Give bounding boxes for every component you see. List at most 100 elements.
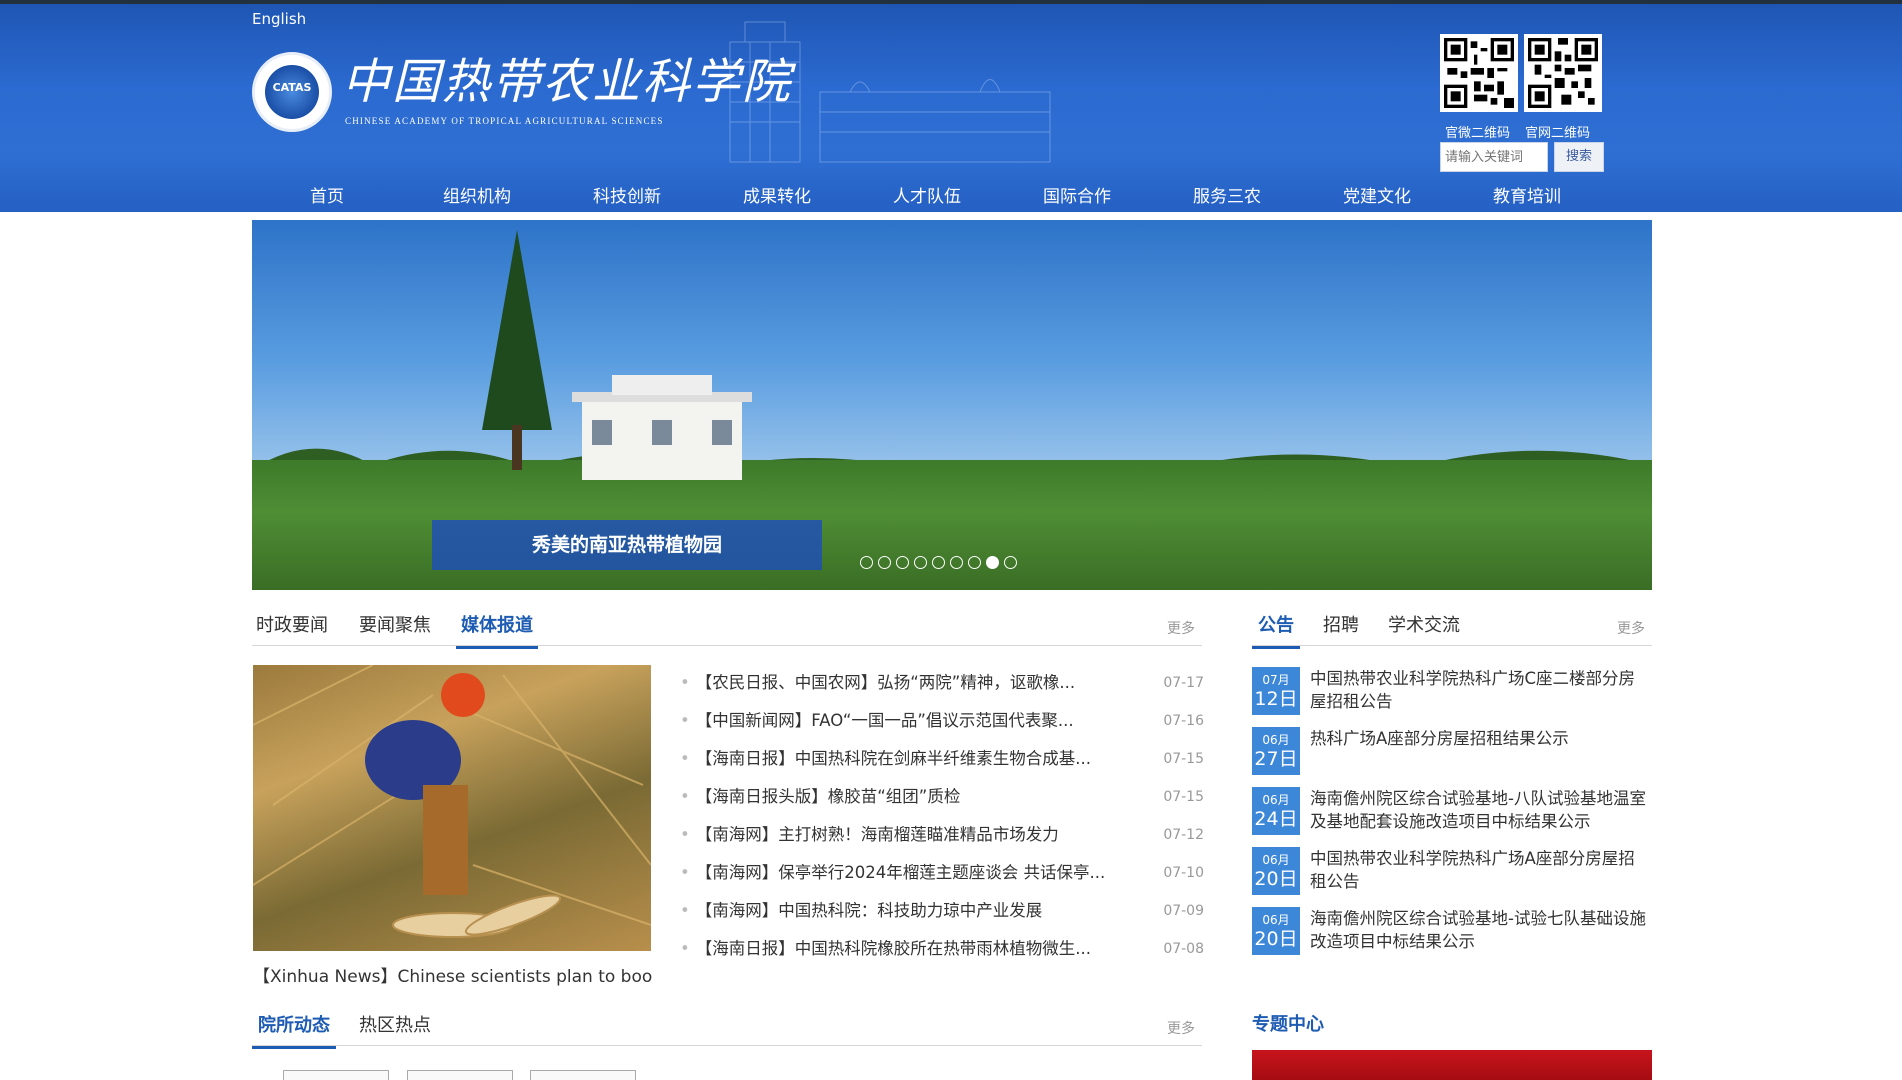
nav-agriculture-service[interactable]: 服务三农	[1152, 179, 1302, 212]
list-item[interactable]: • 【中国新闻网】FAO“一国一品”倡议示范国代表聚... 07-16	[680, 706, 1204, 744]
news-date: 07-16	[1163, 713, 1204, 729]
list-item[interactable]: • 【南海网】保亭举行2024年榴莲主题座谈会 共话保亭... 07-10	[680, 858, 1204, 896]
news-title[interactable]: 【南海网】中国热科院：科技助力琼中产业发展	[696, 901, 1043, 920]
website-qr-label: 官网二维码	[1525, 126, 1591, 141]
wechat-qr-code	[1440, 34, 1518, 112]
list-item[interactable]: • 【海南日报头版】橡胶苗“组团”质检 07-15	[680, 782, 1204, 820]
nav-talent[interactable]: 人才队伍	[852, 179, 1002, 212]
news-title[interactable]: 【海南日报头版】橡胶苗“组团”质检	[696, 787, 961, 806]
nav-international[interactable]: 国际合作	[1002, 179, 1152, 212]
wechat-qr-label: 官微二维码	[1445, 126, 1511, 141]
tab-focus-news[interactable]: 要闻聚焦	[359, 606, 431, 646]
thumbnail[interactable]	[283, 1070, 389, 1080]
news-title[interactable]: 【海南日报】中国热科院在剑麻半纤维素生物合成基...	[696, 749, 1091, 768]
date-badge: 06月 20日	[1252, 907, 1300, 955]
date-badge: 06月 27日	[1252, 727, 1300, 775]
news-date: 07-10	[1163, 865, 1204, 881]
carousel-dot[interactable]	[1004, 556, 1017, 569]
list-item[interactable]: 06月 20日 海南儋州院区综合试验基地-试验七队基础设施改造项目中标结果公示	[1252, 907, 1652, 967]
tab-recruitment[interactable]: 招聘	[1323, 606, 1359, 646]
list-item[interactable]: • 【农民日报、中国农网】弘扬“两院”精神，讴歌橡... 07-17	[680, 668, 1204, 706]
notice-title[interactable]: 热科广场A座部分房屋招租结果公示	[1310, 727, 1650, 750]
pine-tree-icon	[482, 230, 552, 470]
carousel-dot[interactable]	[932, 556, 945, 569]
list-item[interactable]: • 【南海网】中国热科院：科技助力琼中产业发展 07-09	[680, 896, 1204, 934]
carousel-dot[interactable]	[950, 556, 963, 569]
institute-tabs: 院所动态 热区热点 更多	[252, 1006, 1202, 1049]
date-month: 06月	[1262, 853, 1290, 867]
bullet-icon: •	[680, 901, 690, 920]
list-item[interactable]: 06月 24日 海南儋州院区综合试验基地-八队试验基地温室及基地配套设施改造项目中…	[1252, 787, 1652, 847]
list-item[interactable]: 06月 20日 中国热带农业科学院热科广场A座部分房屋招租公告	[1252, 847, 1652, 907]
logo-text: CATAS	[272, 81, 312, 94]
list-item[interactable]: • 【海南日报】中国热科院在剑麻半纤维素生物合成基... 07-15	[680, 744, 1204, 782]
carousel-dot[interactable]	[896, 556, 909, 569]
bullet-icon: •	[680, 787, 690, 806]
date-month: 06月	[1262, 913, 1290, 927]
tab-institute-news[interactable]: 院所动态	[252, 1006, 336, 1049]
date-badge: 06月 24日	[1252, 787, 1300, 835]
catas-logo[interactable]: CATAS	[252, 52, 332, 132]
news-feature-image[interactable]	[253, 665, 651, 951]
site-subtitle: CHINESE ACADEMY OF TROPICAL AGRICULTURAL…	[345, 116, 664, 126]
date-day: 20日	[1254, 868, 1298, 890]
notice-more-link[interactable]: 更多	[1617, 618, 1645, 638]
notice-title[interactable]: 中国热带农业科学院热科广场A座部分房屋招租公告	[1310, 847, 1650, 893]
news-title[interactable]: 【南海网】保亭举行2024年榴莲主题座谈会 共话保亭...	[696, 863, 1105, 882]
notice-title[interactable]: 中国热带农业科学院热科广场C座二楼部分房屋招租公告	[1310, 667, 1650, 713]
english-link[interactable]: English	[252, 10, 306, 28]
nav-organization[interactable]: 组织机构	[402, 179, 552, 212]
date-day: 20日	[1254, 928, 1298, 950]
hero-carousel[interactable]: 秀美的南亚热带植物园	[252, 220, 1652, 590]
thumbnail[interactable]	[530, 1070, 636, 1080]
news-date: 07-08	[1163, 941, 1204, 957]
nav-achievements[interactable]: 成果转化	[702, 179, 852, 212]
date-day: 27日	[1254, 748, 1298, 770]
nav-education[interactable]: 教育培训	[1452, 179, 1602, 212]
news-tabs: 时政要闻 要闻聚焦 媒体报道 更多	[252, 606, 1202, 649]
slide-caption: 秀美的南亚热带植物园	[432, 520, 822, 570]
thumbnail[interactable]	[407, 1070, 513, 1080]
tab-politics-news[interactable]: 时政要闻	[256, 606, 328, 646]
carousel-dot[interactable]	[968, 556, 981, 569]
topic-banner[interactable]	[1252, 1050, 1652, 1080]
tab-media-reports[interactable]: 媒体报道	[456, 606, 538, 649]
carousel-dot[interactable]	[986, 556, 999, 569]
news-title[interactable]: 【南海网】主打树熟！海南榴莲瞄准精品市场发力	[696, 825, 1059, 844]
institute-more-link[interactable]: 更多	[1167, 1018, 1195, 1038]
announcement-list: 07月 12日 中国热带农业科学院热科广场C座二楼部分房屋招租公告 06月 27日 …	[1252, 667, 1652, 967]
carousel-dot[interactable]	[860, 556, 873, 569]
search-input[interactable]	[1440, 142, 1548, 172]
news-title[interactable]: 【农民日报、中国农网】弘扬“两院”精神，讴歌橡...	[696, 673, 1075, 692]
tab-announcements[interactable]: 公告	[1252, 606, 1300, 649]
news-title[interactable]: 【海南日报】中国热科院橡胶所在热带雨林植物微生...	[696, 939, 1091, 958]
date-badge: 07月 12日	[1252, 667, 1300, 715]
notice-tabs: 公告 招聘 学术交流 更多	[1252, 606, 1652, 649]
list-item[interactable]: • 【南海网】主打树熟！海南榴莲瞄准精品市场发力 07-12	[680, 820, 1204, 858]
notice-title[interactable]: 海南儋州院区综合试验基地-八队试验基地温室及基地配套设施改造项目中标结果公示	[1310, 787, 1650, 833]
nav-home[interactable]: 首页	[252, 179, 402, 212]
news-feature-caption[interactable]: 【Xinhua News】Chinese scientists plan to …	[253, 962, 653, 987]
nav-party-culture[interactable]: 党建文化	[1302, 179, 1452, 212]
date-badge: 06月 20日	[1252, 847, 1300, 895]
list-item[interactable]: 06月 27日 热科广场A座部分房屋招租结果公示	[1252, 727, 1652, 787]
main-nav: 首页 组织机构 科技创新 成果转化 人才队伍 国际合作 服务三农 党建文化 教育…	[252, 179, 1652, 212]
nav-innovation[interactable]: 科技创新	[552, 179, 702, 212]
list-item[interactable]: 07月 12日 中国热带农业科学院热科广场C座二楼部分房屋招租公告	[1252, 667, 1652, 727]
carousel-dot[interactable]	[878, 556, 891, 569]
date-month: 07月	[1262, 673, 1290, 687]
news-date: 07-15	[1163, 751, 1204, 767]
news-title[interactable]: 【中国新闻网】FAO“一国一品”倡议示范国代表聚...	[696, 711, 1074, 730]
notice-title[interactable]: 海南儋州院区综合试验基地-试验七队基础设施改造项目中标结果公示	[1310, 907, 1650, 953]
list-item[interactable]: • 【海南日报】中国热科院橡胶所在热带雨林植物微生... 07-08	[680, 934, 1204, 972]
site-name: 中国热带农业科学院	[342, 54, 793, 110]
news-more-link[interactable]: 更多	[1167, 618, 1195, 638]
tab-tropical-hotspots[interactable]: 热区热点	[359, 1006, 431, 1046]
bullet-icon: •	[680, 825, 690, 844]
bullet-icon: •	[680, 673, 690, 692]
news-date: 07-15	[1163, 789, 1204, 805]
villa-building-icon	[572, 375, 752, 480]
search-button[interactable]: 搜索	[1554, 142, 1604, 172]
carousel-dot[interactable]	[914, 556, 927, 569]
tab-academic-exchange[interactable]: 学术交流	[1388, 606, 1460, 646]
